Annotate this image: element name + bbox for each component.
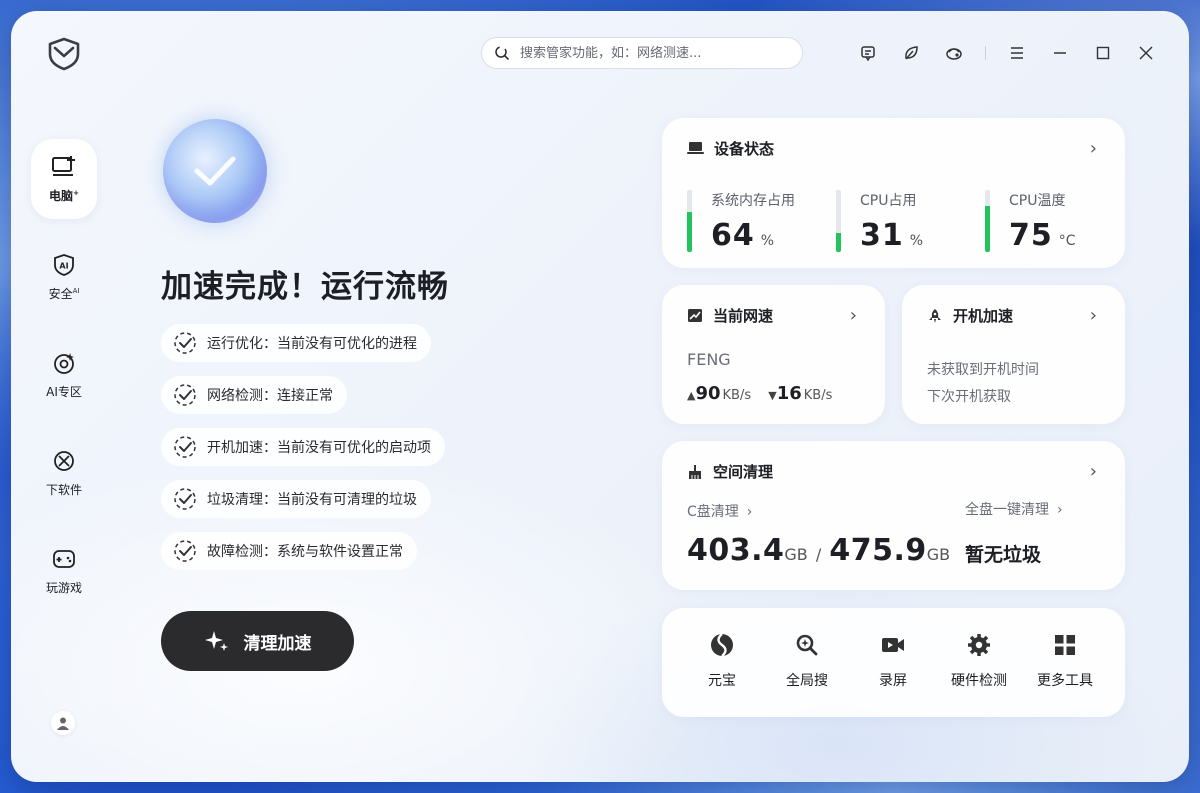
menu-icon[interactable] [1005, 41, 1029, 65]
check-circle-icon [174, 488, 196, 510]
status-orb [163, 119, 267, 223]
shield-logo-icon [48, 37, 80, 71]
ai-target-icon [54, 352, 74, 374]
cpu-usage-fill [836, 232, 841, 252]
chevron-right-icon[interactable]: › [850, 305, 857, 326]
c-drive-cleanup-link[interactable]: C盘清理 › [687, 501, 752, 521]
card-title: 开机加速 [927, 305, 1013, 326]
grid-icon [1055, 635, 1075, 655]
gamepad-icon [53, 549, 75, 568]
gear-icon [968, 634, 990, 656]
download-arrow-icon: ▼ [768, 389, 777, 402]
cpu-temp-bar [985, 190, 990, 252]
device-status-card[interactable]: 设备状态 › 系统内存占用 64% CPU占用 31% CPU温度 75 °C [662, 118, 1125, 268]
page-title: 加速完成！运行流畅 [161, 269, 449, 305]
sidebar-item-label: 下软件 [45, 482, 82, 497]
sidebar-item-label: AI专区 [46, 384, 82, 399]
check-result-item: 网络检测：连接正常 [161, 376, 347, 414]
feedback-icon[interactable] [856, 41, 880, 65]
tool-global-search[interactable]: 全局搜 [762, 632, 852, 690]
card-title: 当前网速 [687, 305, 773, 326]
disk-usage-readout: 403.4GB / 475.9GB [687, 533, 951, 568]
search-box[interactable] [481, 37, 803, 69]
network-speed-card[interactable]: 当前网速 › FENG ▲90 KB/s ▼16 KB/s [662, 285, 885, 424]
check-result-item: 运行优化：当前没有可优化的进程 [161, 324, 431, 362]
cpu-temp-fill [985, 205, 990, 252]
clean-speedup-button[interactable]: 清理加速 [161, 611, 354, 671]
avatar[interactable] [51, 711, 75, 735]
global-search-icon [796, 634, 818, 656]
tools-card: 元宝 全局搜 录屏 硬件检测 更多工具 [662, 608, 1125, 717]
check-circle-icon [174, 540, 196, 562]
memory-value: 64% [711, 218, 775, 253]
check-result-item: 垃圾清理：当前没有可清理的垃圾 [161, 480, 431, 518]
network-speed-readout: ▲90 KB/s ▼16 KB/s [687, 383, 833, 404]
chevron-right-icon[interactable]: › [1090, 138, 1097, 159]
maximize-icon[interactable] [1091, 41, 1115, 65]
memory-usage-bar [687, 190, 692, 252]
cpu-usage-bar [836, 190, 841, 252]
close-icon[interactable] [1134, 41, 1158, 65]
sidebar-item-label: 安全AI [48, 286, 80, 301]
broom-icon [689, 464, 701, 479]
sidebar-item-label: 玩游戏 [45, 580, 82, 595]
sparkle-icon [204, 631, 228, 651]
laptop-icon [687, 142, 704, 154]
search-icon [495, 46, 509, 60]
network-name: FENG [687, 350, 731, 369]
cleanup-status: 暂无垃圾 [965, 544, 1042, 566]
search-input[interactable] [520, 45, 780, 61]
chevron-right-icon[interactable]: › [1090, 305, 1097, 326]
skin-icon[interactable] [942, 41, 966, 65]
tool-screen-record[interactable]: 录屏 [848, 632, 938, 690]
video-camera-icon [882, 638, 904, 652]
sidebar-item-label: 电脑+ [49, 188, 79, 203]
sidebar: 电脑+ AI 安全AI AI专区 下软件 玩游戏 [11, 139, 117, 629]
tool-hardware-check[interactable]: 硬件检测 [934, 632, 1024, 690]
check-results-list: 运行优化：当前没有可优化的进程 网络检测：连接正常 开机加速：当前没有可优化的启… [161, 324, 445, 584]
sidebar-item-ai-zone[interactable]: AI专区 [31, 335, 97, 415]
check-circle-icon [174, 436, 196, 458]
yuanbao-icon [711, 633, 733, 657]
software-store-icon [54, 450, 74, 471]
chevron-right-icon[interactable]: › [1090, 461, 1097, 482]
divider [985, 46, 986, 60]
tool-yuanbao[interactable]: 元宝 [677, 632, 767, 690]
check-result-item: 开机加速：当前没有可优化的启动项 [161, 428, 445, 466]
space-cleanup-card[interactable]: 空间清理 › C盘清理 › 403.4GB / 475.9GB 全盘一键清理 › 暂… [662, 441, 1125, 590]
card-title: 空间清理 [687, 461, 773, 482]
full-disk-cleanup-link[interactable]: 全盘一键清理 › [965, 499, 1063, 519]
user-icon [57, 717, 69, 730]
title-bar-controls [856, 41, 1177, 65]
sidebar-item-games[interactable]: 玩游戏 [31, 531, 97, 611]
sidebar-item-computer[interactable]: 电脑+ [31, 139, 97, 219]
check-circle-icon [174, 384, 196, 406]
sidebar-item-download-software[interactable]: 下软件 [31, 433, 97, 513]
chart-icon [688, 309, 702, 322]
computer-plus-icon [52, 155, 75, 176]
shield-ai-icon: AI [54, 253, 74, 276]
leaf-icon[interactable] [899, 41, 923, 65]
tool-more[interactable]: 更多工具 [1020, 632, 1110, 690]
svg-text:AI: AI [59, 261, 68, 270]
check-circle-icon [174, 332, 196, 354]
check-icon [194, 156, 236, 186]
rocket-icon [929, 308, 941, 323]
cpu-usage-value: 31% [860, 218, 924, 253]
sidebar-item-security[interactable]: AI 安全AI [31, 237, 97, 317]
boot-speedup-card[interactable]: 开机加速 › 未获取到开机时间 下次开机获取 [902, 285, 1125, 424]
cpu-temp-value: 75 °C [1009, 218, 1076, 253]
memory-usage-fill [687, 212, 692, 252]
app-window: 电脑+ AI 安全AI AI专区 下软件 玩游戏 加速完成！运行流畅 运行优化：… [11, 11, 1189, 782]
card-title: 设备状态 [687, 138, 774, 159]
minimize-icon[interactable] [1048, 41, 1072, 65]
check-result-item: 故障检测：系统与软件设置正常 [161, 532, 417, 570]
